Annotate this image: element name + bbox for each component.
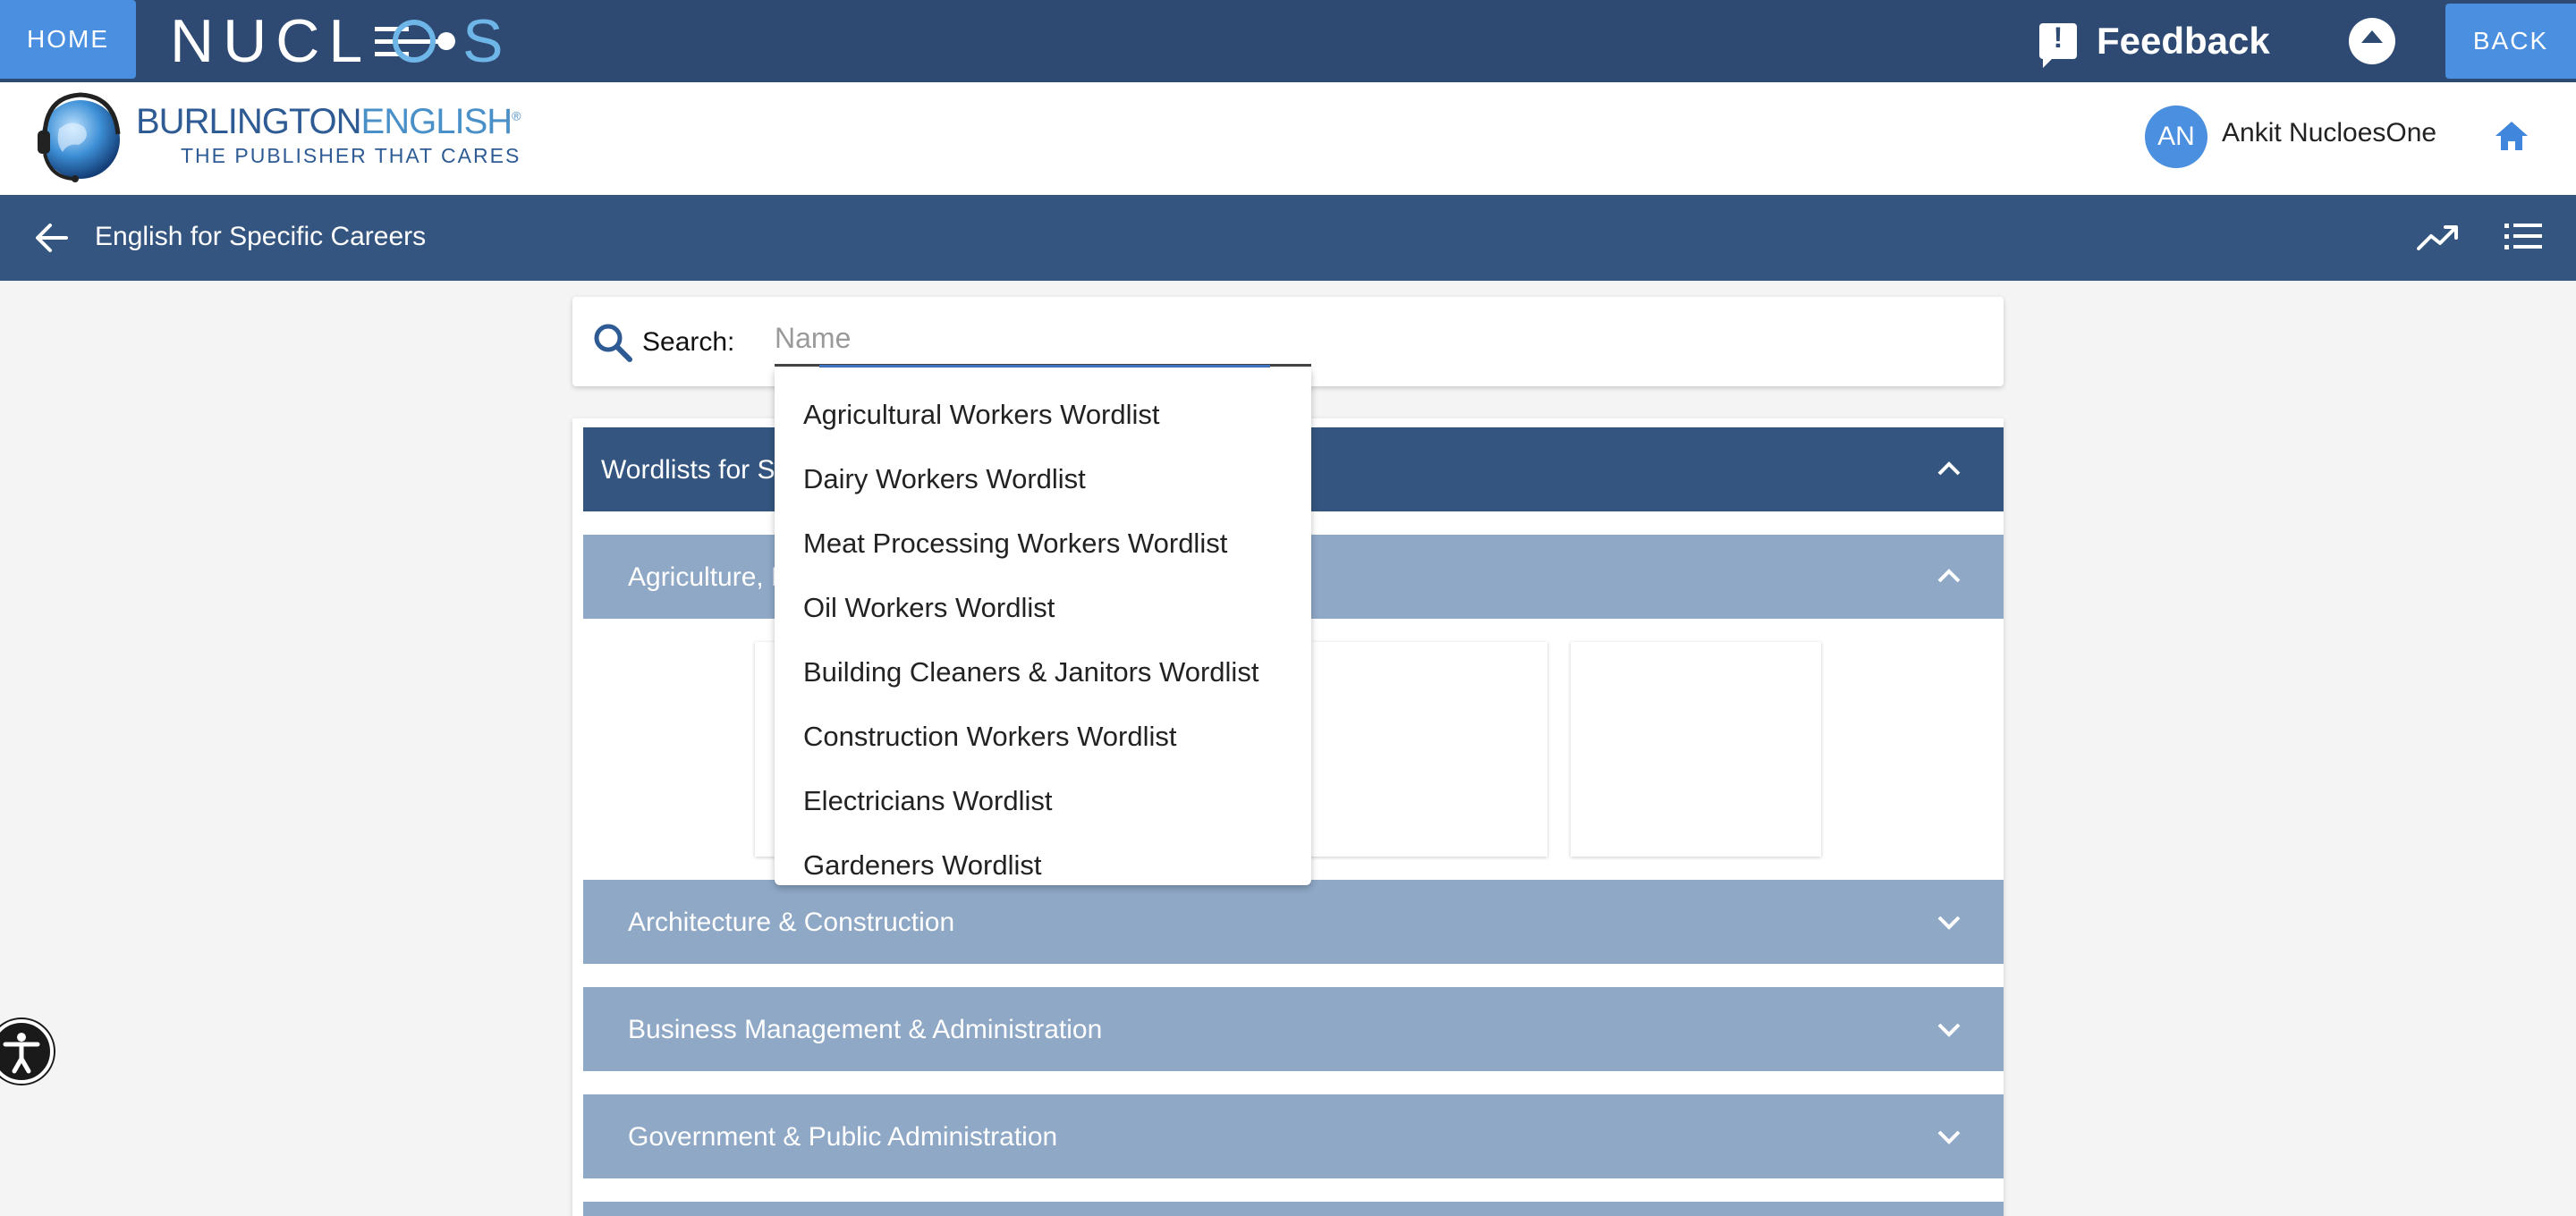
feedback-label: Feedback [2097,20,2270,62]
category-next[interactable] [583,1202,2004,1216]
brand-text: BURLINGTONENGLISH® THE PUBLISHER THAT CA… [136,102,521,168]
dropdown-option[interactable]: Dairy Workers Wordlist [775,447,1311,511]
logo-text-left: NUCL [170,7,372,75]
accessibility-icon [3,1033,40,1074]
brand-bar: BURLINGTONENGLISH® THE PUBLISHER THAT CA… [0,82,2576,195]
title-bar: English for Specific Careers [0,195,2576,281]
avatar[interactable]: AN [2145,106,2207,168]
dropdown-option[interactable]: Meat Processing Workers Wordlist [775,511,1311,576]
top-bar: HOME NUCL S Feedback BACK [0,0,2576,82]
category-architecture[interactable]: Architecture & Construction [583,880,2004,964]
brand-tagline: THE PUBLISHER THAT CARES [181,144,521,167]
feedback-icon [2039,21,2077,68]
nucleos-logo: NUCL S [170,7,513,75]
wordlist-card[interactable] [1571,642,1821,857]
dropdown-option[interactable]: Building Cleaners & Janitors Wordlist [775,640,1311,705]
back-button[interactable]: BACK [2445,4,2576,79]
chevron-down-icon[interactable] [1934,1121,1964,1152]
dropdown-option[interactable]: Agricultural Workers Wordlist [775,383,1311,447]
section-title: Wordlists for S [601,455,775,485]
search-autocomplete-dropdown: Agricultural Workers Wordlist Dairy Work… [775,368,1311,885]
search-input[interactable] [775,313,1311,367]
globe-headset-logo-icon [38,92,121,182]
list-menu-icon[interactable] [2504,222,2542,252]
chevron-up-icon[interactable] [1934,562,1964,592]
logo-node-icon [375,14,459,68]
dropdown-option[interactable]: Gardeners Wordlist [775,833,1311,885]
user-name[interactable]: Ankit NucloesOne [2222,118,2436,148]
category-title: Business Management & Administration [628,1015,1103,1044]
accessibility-button[interactable] [0,1019,54,1084]
arrow-back-icon[interactable] [34,220,70,256]
home-button[interactable]: HOME [0,0,136,79]
logo-text-right: S [462,7,513,75]
chevron-down-icon[interactable] [1934,1014,1964,1044]
category-business[interactable]: Business Management & Administration [583,987,2004,1071]
feedback-button[interactable]: Feedback [2039,13,2270,70]
chevron-down-icon[interactable] [1934,907,1964,937]
category-title: Agriculture, F [628,562,788,592]
search-icon [594,324,632,362]
home-icon[interactable] [2494,120,2529,152]
dropdown-option[interactable]: Electricians Wordlist [775,769,1311,833]
search-label: Search: [642,327,735,357]
brand-name: BURLINGTONENGLISH® [136,102,521,141]
category-title: Government & Public Administration [628,1122,1058,1152]
trending-up-icon[interactable] [2417,222,2460,254]
page-title: English for Specific Careers [95,222,427,251]
dropdown-option[interactable]: Oil Workers Wordlist [775,576,1311,640]
wordlist-card[interactable] [1297,642,1547,857]
category-title: Architecture & Construction [628,908,955,937]
collapse-up-icon[interactable] [2349,18,2395,64]
category-government[interactable]: Government & Public Administration [583,1094,2004,1178]
dropdown-option[interactable]: Construction Workers Wordlist [775,705,1311,769]
chevron-up-icon[interactable] [1934,454,1964,485]
search-focus-underline [819,365,1270,367]
